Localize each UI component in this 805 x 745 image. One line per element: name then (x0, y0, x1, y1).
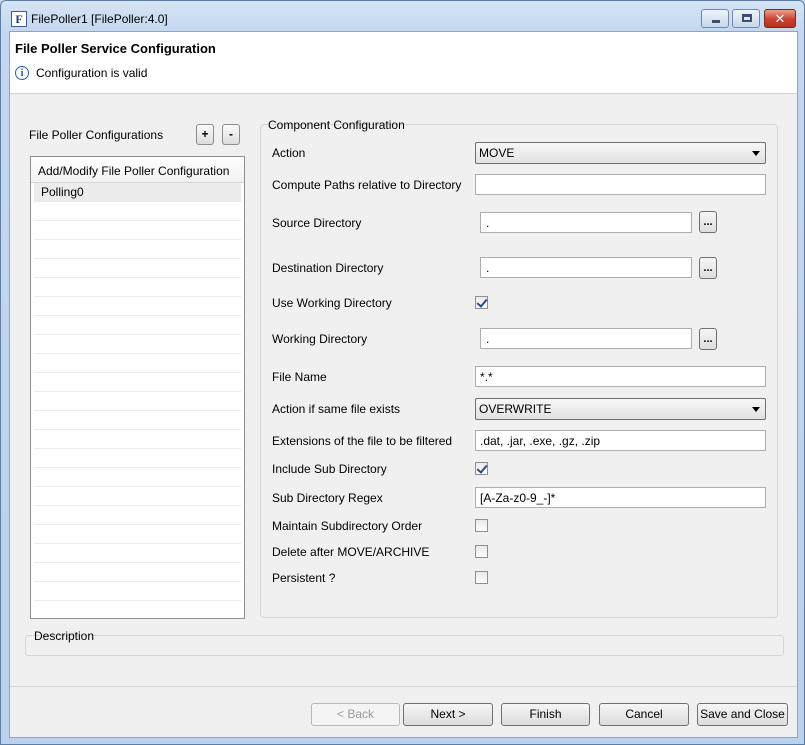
page-title: File Poller Service Configuration (15, 41, 216, 56)
delete-after-label: Delete after MOVE/ARCHIVE (272, 545, 430, 559)
component-config-title: Component Configuration (268, 118, 405, 132)
table-row-empty (34, 506, 241, 525)
cancel-button[interactable]: Cancel (599, 703, 689, 726)
table-row-empty (34, 240, 241, 259)
table-row[interactable]: Polling0 (34, 183, 241, 202)
back-button[interactable]: < Back (311, 703, 400, 726)
sub-directory-regex-label: Sub Directory Regex (272, 491, 383, 505)
finish-button[interactable]: Finish (501, 703, 590, 726)
table-row-empty (34, 316, 241, 335)
dialog-window: F FilePoller1 [FilePoller:4.0] ✕ File Po… (0, 0, 805, 745)
persistent-checkbox[interactable] (475, 571, 488, 584)
use-working-directory-label: Use Working Directory (272, 296, 392, 310)
table-row-empty (34, 335, 241, 354)
table-row-empty (34, 259, 241, 278)
action-select-value: MOVE (479, 146, 515, 160)
table-row-empty (34, 354, 241, 373)
table-row-empty (34, 468, 241, 487)
maximize-button[interactable] (732, 9, 760, 28)
action-label: Action (272, 146, 306, 160)
same-file-action-value: OVERWRITE (479, 402, 552, 416)
destination-directory-label: Destination Directory (272, 261, 384, 275)
table-row-empty (34, 544, 241, 563)
file-name-input[interactable]: *.* (475, 366, 766, 387)
chevron-down-icon (752, 407, 760, 412)
working-directory-input[interactable]: . (480, 328, 692, 349)
table-row-empty (34, 487, 241, 506)
minimize-button[interactable] (701, 9, 729, 28)
table-column-header[interactable]: Add/Modify File Poller Configuration (31, 157, 244, 183)
destination-directory-browse-button[interactable]: ... (699, 257, 717, 279)
destination-directory-input[interactable]: . (480, 257, 692, 278)
include-sub-directory-label: Include Sub Directory (272, 462, 387, 476)
delete-after-checkbox[interactable] (475, 545, 488, 558)
table-row-empty (34, 411, 241, 430)
close-icon: ✕ (774, 11, 786, 26)
sub-directory-regex-input[interactable]: [A-Za-z0-9_-]* (475, 487, 766, 508)
window-title: FilePoller1 [FilePoller:4.0] (31, 12, 168, 26)
maintain-order-label: Maintain Subdirectory Order (272, 519, 423, 533)
minimize-icon (712, 20, 720, 23)
use-working-directory-checkbox[interactable] (475, 296, 488, 309)
include-sub-directory-checkbox[interactable] (475, 462, 488, 475)
same-file-action-label: Action if same file exists (272, 402, 401, 416)
maintain-order-checkbox[interactable] (475, 519, 488, 532)
working-directory-label: Working Directory (272, 332, 368, 346)
table-row-empty (34, 582, 241, 601)
configurations-table: Add/Modify File Poller Configuration Pol… (30, 156, 245, 619)
source-directory-browse-button[interactable]: ... (699, 211, 717, 233)
close-button[interactable]: ✕ (764, 9, 796, 28)
app-icon: F (11, 11, 27, 27)
extensions-label: Extensions of the file to be filtered (272, 434, 453, 448)
footer-divider (10, 686, 797, 687)
persistent-label: Persistent ? (272, 571, 336, 585)
extensions-input[interactable]: .dat, .jar, .exe, .gz, .zip (475, 430, 766, 451)
table-row-empty (34, 202, 241, 221)
file-name-label: File Name (272, 370, 327, 384)
header-panel: File Poller Service Configuration i Conf… (10, 32, 797, 94)
next-button[interactable]: Next > (403, 703, 493, 726)
add-configuration-button[interactable]: + (196, 124, 214, 145)
source-directory-label: Source Directory (272, 216, 362, 230)
table-row-empty (34, 563, 241, 582)
configurations-title: File Poller Configurations (29, 128, 164, 142)
maximize-icon (742, 14, 752, 22)
remove-configuration-button[interactable]: - (222, 124, 240, 145)
table-row-empty (34, 430, 241, 449)
title-bar: F FilePoller1 [FilePoller:4.0] ✕ (1, 1, 804, 31)
table-row-empty (34, 297, 241, 316)
description-label: Description (34, 629, 95, 643)
source-directory-input[interactable]: . (480, 212, 692, 233)
table-row-empty (34, 278, 241, 297)
table-row-empty (34, 373, 241, 392)
table-row-empty (34, 392, 241, 411)
save-and-close-button[interactable]: Save and Close (697, 703, 788, 726)
status-message: Configuration is valid (36, 66, 148, 80)
description-box[interactable] (25, 635, 784, 656)
table-row-empty (34, 525, 241, 544)
working-directory-browse-button[interactable]: ... (699, 328, 717, 350)
table-row-empty (34, 221, 241, 240)
compute-paths-label: Compute Paths relative to Directory (272, 178, 462, 192)
info-icon: i (15, 66, 29, 80)
dialog-client-area: File Poller Service Configuration i Conf… (9, 31, 798, 738)
compute-paths-input[interactable] (475, 174, 766, 195)
action-select[interactable]: MOVE (475, 142, 766, 164)
chevron-down-icon (752, 151, 760, 156)
table-row-empty (34, 449, 241, 468)
same-file-action-select[interactable]: OVERWRITE (475, 398, 766, 420)
